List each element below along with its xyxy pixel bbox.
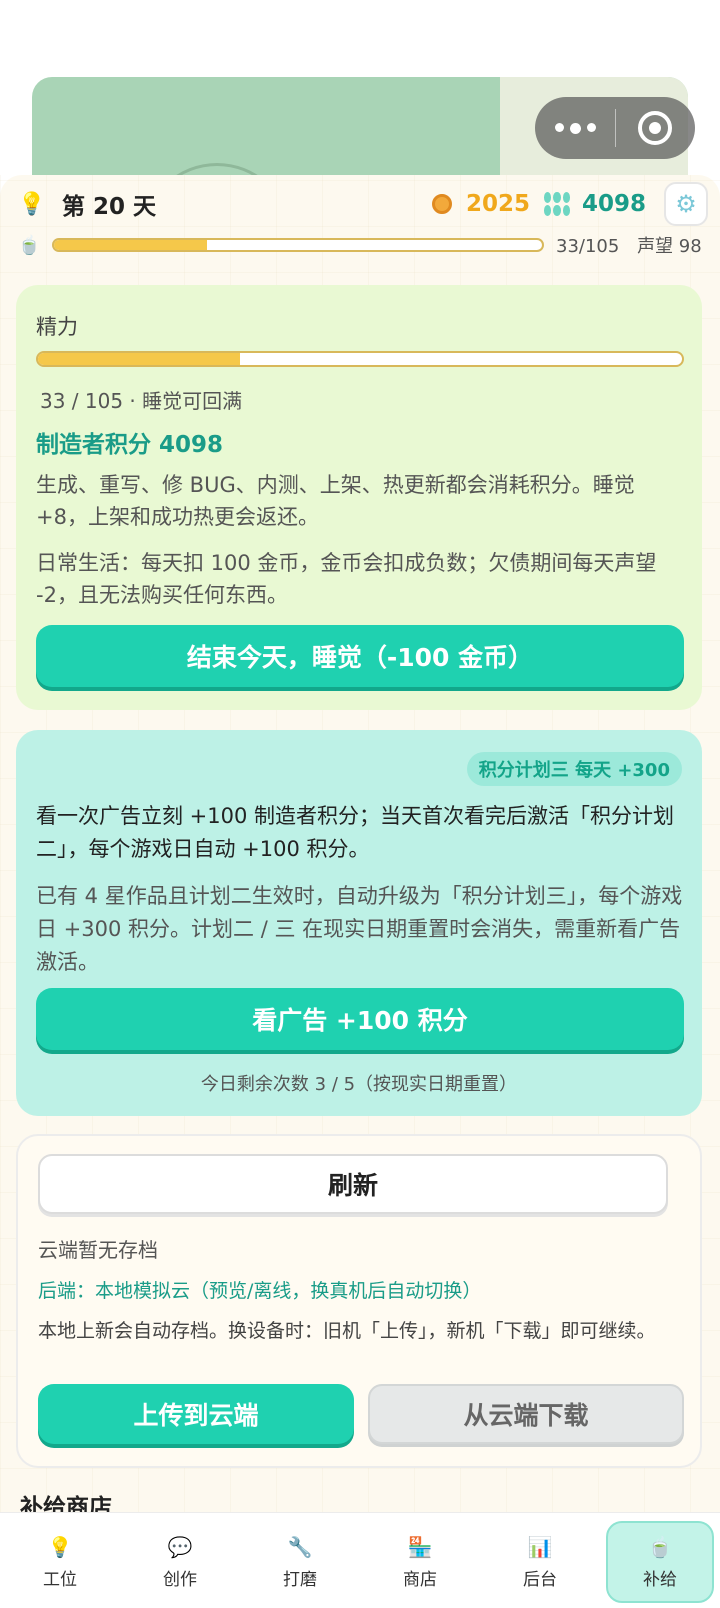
cloud-backend-info: 后端：本地模拟云（预览/离线，换真机后自动切换） bbox=[38, 1280, 482, 1302]
tab-label: 打磨 bbox=[283, 1569, 317, 1590]
status-bar: 💡 第 20 天 2025 4098 ⚙ bbox=[18, 182, 708, 226]
points-icon bbox=[543, 192, 570, 216]
refresh-button[interactable]: 刷新 bbox=[38, 1154, 668, 1214]
cup-icon: 🍵 bbox=[18, 234, 41, 256]
tab-label: 商店 bbox=[403, 1569, 437, 1590]
energy-bar bbox=[36, 351, 684, 367]
plan-upgrade-description: 已有 4 星作品且计划二生效时，自动升级为「积分计划三」，每个游戏日 +300 … bbox=[36, 884, 683, 974]
cloud-save-card: 刷新 云端暂无存档 后端：本地模拟云（预览/离线，换真机后自动切换） 本地上新会… bbox=[16, 1134, 702, 1468]
cloud-description: 本地上新会自动存档。换设备时：旧机「上传」，新机「下载」即可继续。 bbox=[38, 1320, 656, 1342]
energy-card: 精力 33 / 105 · 睡觉可回满 制造者积分 4098 生成、重写、修 B… bbox=[16, 285, 702, 710]
download-from-cloud-button[interactable]: 从云端下载 bbox=[368, 1384, 684, 1444]
chart-icon: 📊 bbox=[527, 1534, 553, 1559]
more-icon[interactable] bbox=[535, 122, 615, 134]
ad-reward-card: 积分计划三 每天 +300 看一次广告立刻 +100 制造者积分；当天首次看完后… bbox=[16, 730, 702, 1116]
points-count: 4098 bbox=[581, 191, 646, 217]
energy-label: 精力 bbox=[36, 315, 78, 339]
bulb-icon: 💡 bbox=[18, 191, 46, 217]
shop-icon: 🏪 bbox=[407, 1534, 433, 1559]
end-day-sleep-button[interactable]: 结束今天，睡觉（-100 金币） bbox=[36, 625, 684, 687]
tab-polish[interactable]: 🔧 打磨 bbox=[240, 1513, 360, 1608]
energy-stats: 33 / 105 · 睡觉可回满 bbox=[40, 389, 243, 413]
coin-icon bbox=[431, 194, 452, 214]
reputation-text: 声望 98 bbox=[637, 236, 702, 257]
currency-group: 2025 4098 ⚙ bbox=[431, 182, 708, 226]
stamina-text: 33/105 bbox=[556, 236, 620, 257]
ad-description: 看一次广告立刻 +100 制造者积分；当天首次看完后激活「积分计划二」，每个游戏… bbox=[36, 804, 675, 861]
miniprogram-capsule bbox=[535, 97, 695, 159]
bulb-icon: 💡 bbox=[47, 1534, 73, 1559]
tab-label: 后台 bbox=[523, 1569, 557, 1590]
close-miniprogram-icon[interactable] bbox=[616, 111, 694, 145]
tab-backend[interactable]: 📊 后台 bbox=[480, 1513, 600, 1608]
energy-description: 生成、重写、修 BUG、内测、上架、热更新都会消耗积分。睡觉 +8，上架和成功热… bbox=[36, 473, 635, 529]
tab-label: 创作 bbox=[163, 1569, 197, 1590]
plan-badge: 积分计划三 每天 +300 bbox=[466, 752, 682, 786]
ad-remaining-count: 今日剩余次数 3 / 5（按现实日期重置） bbox=[200, 1074, 518, 1095]
chat-icon: 💬 bbox=[167, 1534, 193, 1559]
tab-create[interactable]: 💬 创作 bbox=[120, 1513, 240, 1608]
stamina-bar-fill bbox=[54, 240, 208, 250]
stamina-row: 🍵 33/105 声望 98 bbox=[18, 230, 708, 260]
tab-supply[interactable]: 🍵 补给 bbox=[600, 1513, 720, 1608]
settings-gear-icon[interactable]: ⚙ bbox=[664, 182, 708, 226]
energy-bar-fill bbox=[38, 353, 241, 365]
upload-to-cloud-button[interactable]: 上传到云端 bbox=[38, 1384, 354, 1444]
bottom-tab-bar: 💡 工位 💬 创作 🔧 打磨 🏪 商店 📊 后台 🍵 补给 bbox=[0, 1512, 720, 1608]
tab-label: 补给 bbox=[643, 1569, 677, 1590]
day-counter: 第 20 天 bbox=[62, 194, 157, 220]
coin-count: 2025 bbox=[465, 191, 530, 217]
maker-points: 制造者积分 4098 bbox=[36, 432, 224, 458]
wrench-icon: 🔧 bbox=[287, 1534, 313, 1559]
stamina-bar bbox=[52, 238, 544, 252]
daily-life-description: 日常生活：每天扣 100 金币，金币会扣成负数；欠债期间每天声望 -2，且无法购… bbox=[36, 551, 657, 607]
cup-icon: 🍵 bbox=[647, 1534, 673, 1559]
stamina-stats: 33/105 声望 98 bbox=[556, 232, 702, 258]
tab-shop[interactable]: 🏪 商店 bbox=[360, 1513, 480, 1608]
tab-label: 工位 bbox=[43, 1569, 77, 1590]
watch-ad-button[interactable]: 看广告 +100 积分 bbox=[36, 988, 684, 1050]
cloud-status: 云端暂无存档 bbox=[38, 1238, 158, 1262]
tab-workstation[interactable]: 💡 工位 bbox=[0, 1513, 120, 1608]
